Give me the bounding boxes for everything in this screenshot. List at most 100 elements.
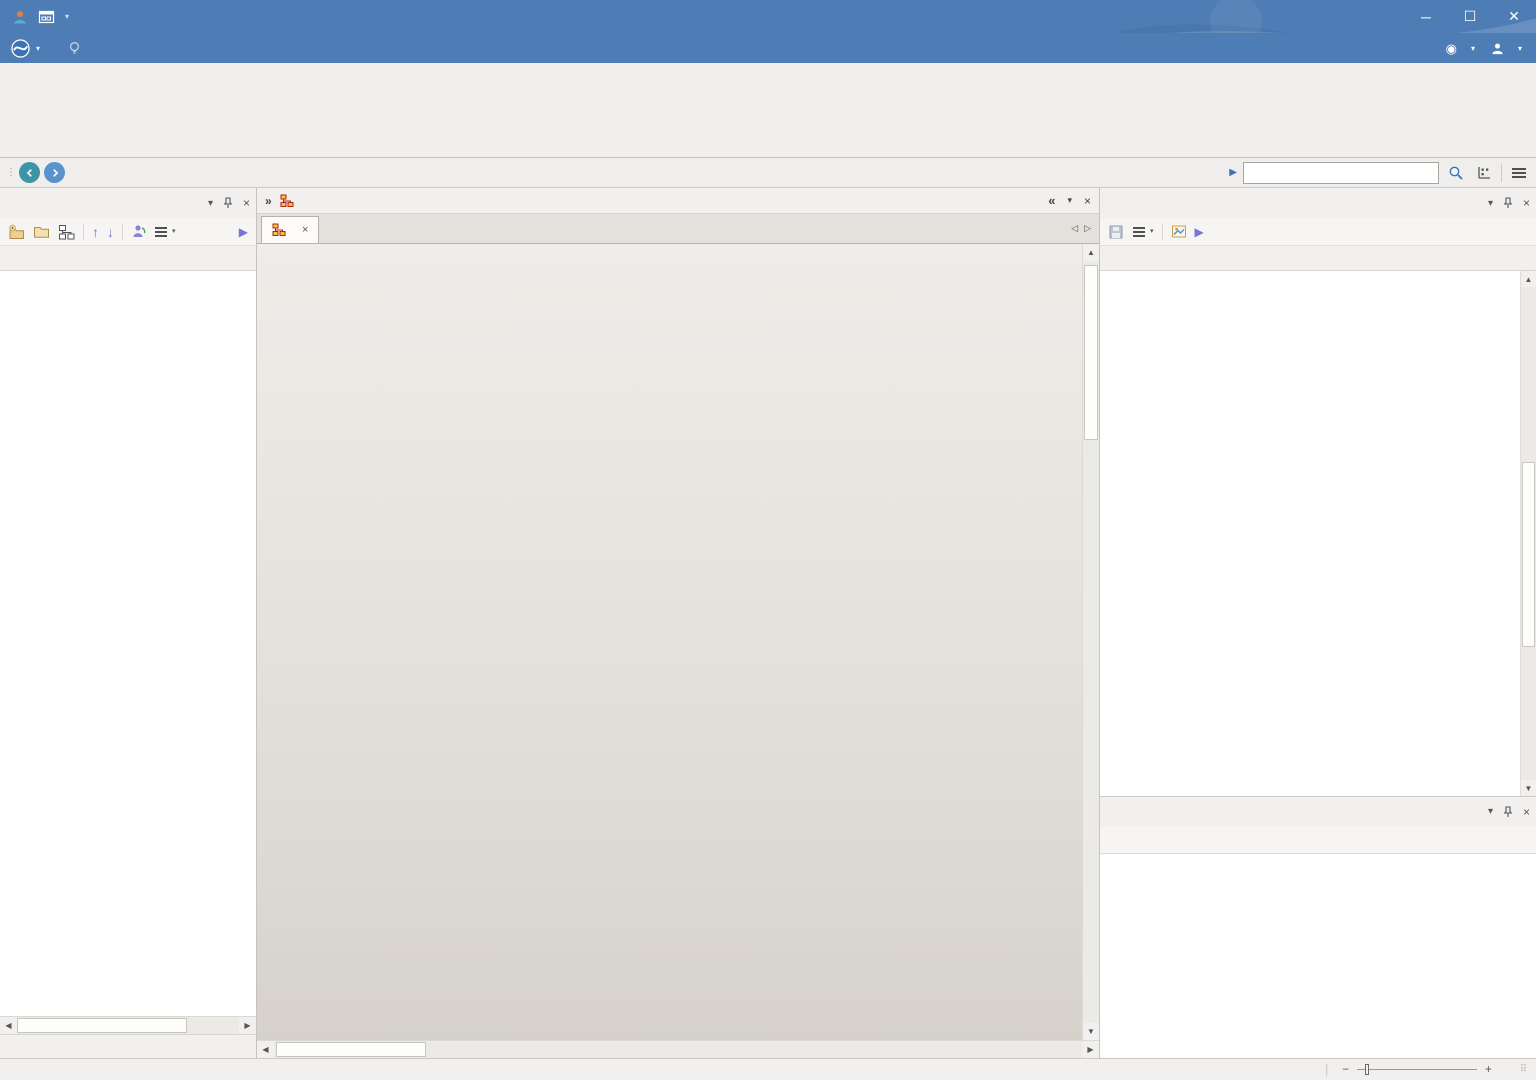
properties-header: ▾ ×	[1100, 188, 1536, 218]
qat-dropdown-icon[interactable]: ▾	[65, 12, 69, 21]
menu-hamburger-icon[interactable]	[1508, 162, 1530, 184]
new-diagram-icon[interactable]	[58, 224, 75, 240]
scroll-down-icon[interactable]: ▼	[1521, 780, 1536, 796]
title-bar: ▾ ─ ☐ ✕	[0, 0, 1536, 33]
browser-bottom-tabs	[0, 1034, 256, 1058]
close-panel-icon[interactable]: ×	[1523, 805, 1530, 819]
status-bar: | − + ⠿	[0, 1058, 1536, 1080]
new-package-icon[interactable]	[8, 224, 25, 240]
browser-menu-icon[interactable]: ▾	[208, 198, 213, 209]
notes-toolbar	[1100, 826, 1536, 854]
caption-menu-icon[interactable]: ▾	[1067, 195, 1072, 206]
forward-button[interactable]	[44, 162, 65, 183]
diagram-tab-teams[interactable]: ×	[261, 216, 319, 243]
browser-panel: ▾ × ↑ ↓ ▾ ▶ ◀	[0, 188, 257, 1058]
pin-icon[interactable]	[223, 197, 233, 209]
tab-scroll-right-icon[interactable]: ▷	[1084, 223, 1091, 234]
move-up-icon[interactable]: ↑	[92, 224, 99, 240]
navbar-right: ▶	[1229, 162, 1530, 184]
enterprise-architect-logo-icon	[10, 38, 31, 59]
user-menu[interactable]: ▾	[1491, 42, 1522, 55]
diagram-tab-icon	[272, 223, 286, 237]
diagram-canvas-row: ▲ ▼	[257, 244, 1099, 1040]
tab-scroll-left-icon[interactable]: ◁	[1071, 223, 1078, 234]
expand-icon[interactable]: ▶	[1229, 167, 1237, 178]
close-button[interactable]: ✕	[1492, 0, 1536, 33]
zoom-out-icon[interactable]: −	[1342, 1064, 1349, 1076]
properties-vscrollbar: ▲ ▼	[1520, 271, 1536, 796]
user-sync-icon[interactable]	[131, 224, 146, 239]
ribbon	[0, 63, 1536, 158]
caption-close-icon[interactable]: ×	[1084, 194, 1091, 208]
pin-icon[interactable]	[1503, 197, 1513, 209]
logo-dropdown-icon: ▾	[36, 44, 40, 53]
close-panel-icon[interactable]: ×	[1523, 196, 1530, 210]
properties-expand-icon[interactable]: ▶	[1195, 225, 1204, 239]
minimize-button[interactable]: ─	[1404, 0, 1448, 33]
user-avatar-icon[interactable]	[12, 9, 28, 25]
user-icon	[1491, 42, 1504, 55]
appearance-image-icon[interactable]	[1171, 224, 1187, 239]
browser-expand-icon[interactable]: ▶	[239, 225, 248, 239]
properties-options-icon[interactable]: ▾	[1132, 225, 1154, 239]
search-package-icon[interactable]	[1445, 162, 1467, 184]
scroll-down-icon[interactable]: ▼	[1083, 1023, 1099, 1040]
user-dropdown-icon: ▾	[1518, 44, 1522, 53]
move-down-icon[interactable]: ↓	[107, 224, 114, 240]
zoom-control: − +	[1342, 1064, 1491, 1076]
browser-hscrollbar: ◀ ▶	[0, 1016, 256, 1034]
maximize-button[interactable]: ☐	[1448, 0, 1492, 33]
scroll-up-icon[interactable]: ▲	[1521, 271, 1536, 287]
diagram-type-icon	[280, 194, 294, 208]
collapse-panel-icon[interactable]: «	[1048, 193, 1055, 208]
menubar-right: ◉ ▾ ▾	[1446, 33, 1536, 63]
zoom-in-icon[interactable]: +	[1485, 1064, 1492, 1076]
diagram-caption-bar: » « ▾ ×	[257, 188, 1099, 214]
scroll-left-icon[interactable]: ◀	[257, 1041, 274, 1058]
drag-handle: ⋮	[6, 167, 15, 178]
folder-icon[interactable]	[33, 224, 50, 240]
back-button[interactable]	[19, 162, 40, 183]
zoom-slider[interactable]	[1357, 1069, 1477, 1070]
browser-toolbar: ↑ ↓ ▾ ▶	[0, 218, 256, 246]
notes-content[interactable]	[1100, 854, 1536, 1058]
find-package-input[interactable]	[1243, 162, 1439, 184]
properties-menu-icon[interactable]: ▾	[1488, 198, 1493, 209]
close-panel-icon[interactable]: ×	[243, 196, 250, 210]
scroll-right-icon[interactable]: ▶	[1082, 1041, 1099, 1058]
browser-tabs	[0, 246, 256, 271]
column-options-icon[interactable]	[1473, 162, 1495, 184]
project-tree	[0, 271, 256, 1016]
notes-menu-icon[interactable]: ▾	[1488, 806, 1493, 817]
lightbulb-icon	[68, 41, 81, 55]
pin-icon[interactable]	[1503, 806, 1513, 818]
diagram-hscrollbar: ◀ ▶	[257, 1040, 1099, 1058]
properties-panel: ▾ × ▾ ▶ ▲ ▼	[1099, 188, 1536, 1058]
browser-options-icon[interactable]: ▾	[154, 225, 176, 239]
diagram-vscrollbar: ▲ ▼	[1082, 244, 1099, 1040]
find-command[interactable]	[68, 33, 89, 63]
diagram-tab-bar: × ◁ ▷	[257, 214, 1099, 244]
window-controls: ─ ☐ ✕	[1404, 0, 1536, 33]
perspective-target-icon: ◉	[1446, 42, 1457, 55]
perspectives-selector[interactable]: ◉ ▾	[1446, 42, 1475, 55]
browser-header: ▾ ×	[0, 188, 256, 218]
scroll-right-icon[interactable]: ▶	[239, 1017, 256, 1034]
ribbon-tab-bar: ▾ ◉ ▾ ▾	[0, 33, 1536, 63]
quick-access-toolbar: ▾	[0, 9, 69, 25]
scroll-left-icon[interactable]: ◀	[0, 1017, 17, 1034]
application-window: ▾ ─ ☐ ✕ ▾ ◉ ▾	[0, 0, 1536, 1080]
diagram-canvas[interactable]	[257, 244, 1082, 1040]
scroll-up-icon[interactable]: ▲	[1083, 244, 1099, 261]
navigation-bar: ⋮ ▶	[0, 158, 1536, 188]
app-logo[interactable]: ▾	[0, 33, 50, 63]
tab-close-icon[interactable]: ×	[302, 224, 308, 236]
expand-panel-icon[interactable]: »	[265, 194, 272, 208]
resize-grip[interactable]: ⠿	[1520, 1064, 1528, 1075]
status-right: | − + ⠿	[1311, 1064, 1528, 1076]
property-grid: ▲ ▼	[1100, 271, 1536, 796]
properties-tabs	[1100, 246, 1536, 271]
properties-toolbar: ▾ ▶	[1100, 218, 1536, 246]
save-icon[interactable]	[1108, 224, 1124, 240]
window-layout-icon[interactable]	[38, 9, 55, 25]
